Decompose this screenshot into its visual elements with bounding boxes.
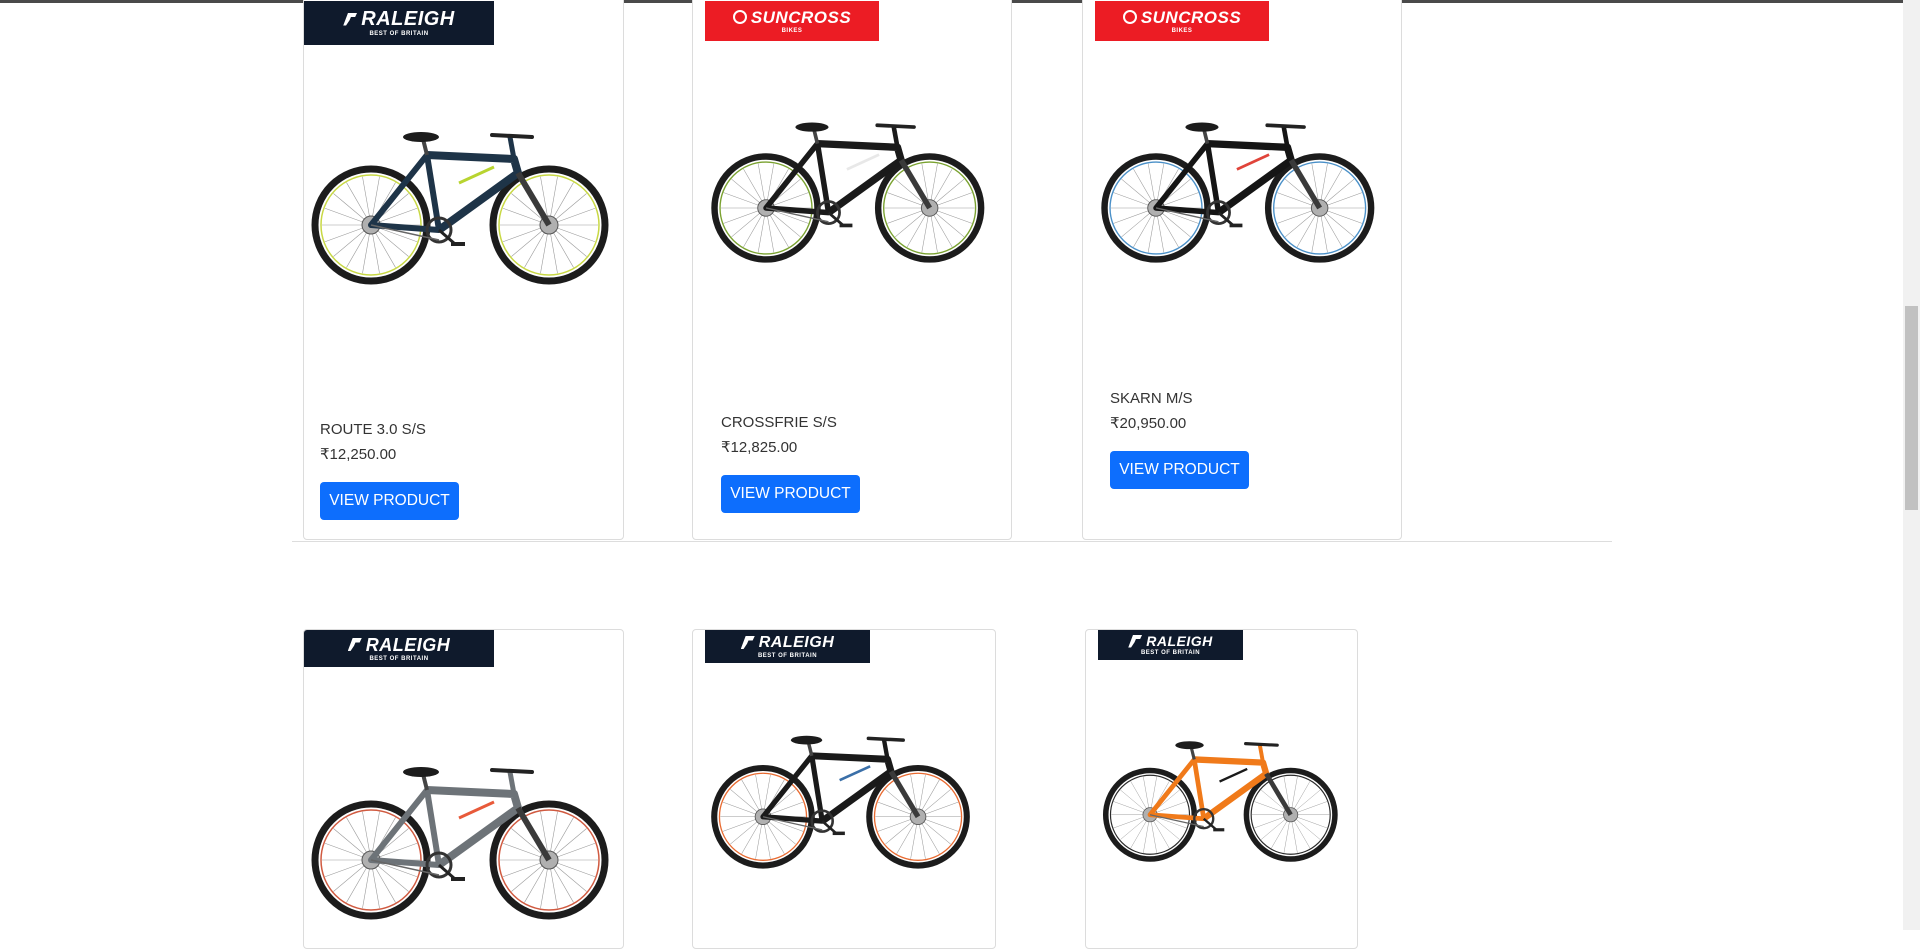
page-scrollbar-thumb[interactable] [1905, 306, 1918, 510]
bike-frame [763, 122, 933, 228]
product-card-skarn: SUNCROSS BIKES SKARN M/S ₹20,950.00 VIEW… [1082, 0, 1402, 540]
product-card: RALEIGH BEST OF BRITAIN [692, 629, 996, 949]
product-price: ₹12,250.00 [320, 446, 397, 463]
bicycle-image [311, 132, 609, 285]
product-card-route-3-0: RALEIGH BEST OF BRITAIN ROUTE 3.0 S/S ₹1… [303, 0, 624, 540]
bike-frame [1147, 741, 1293, 832]
bicycle-image [311, 767, 609, 920]
raleigh-mark-icon [343, 12, 358, 26]
product-card-crossfrie: SUNCROSS BIKES CROSSFRIE S/S ₹12,825.00 … [692, 0, 1012, 540]
product-name: SKARN M/S [1110, 390, 1193, 407]
bike-frame [760, 735, 921, 836]
view-product-button[interactable]: VIEW PRODUCT [320, 482, 459, 520]
raleigh-mark-icon [347, 638, 362, 651]
view-product-button[interactable]: VIEW PRODUCT [721, 475, 860, 513]
raleigh-logo: RALEIGH BEST OF BRITAIN [304, 1, 494, 45]
product-card: RALEIGH BEST OF BRITAIN [1085, 629, 1358, 949]
bike-frame [1153, 122, 1323, 228]
raleigh-logo: RALEIGH BEST OF BRITAIN [304, 630, 494, 667]
raleigh-logo: RALEIGH BEST OF BRITAIN [1098, 630, 1243, 660]
suncross-logo: SUNCROSS BIKES [705, 1, 879, 41]
view-product-button[interactable]: VIEW PRODUCT [1110, 451, 1249, 489]
raleigh-mark-icon [1128, 634, 1143, 648]
suncross-mark-icon [732, 10, 747, 24]
bicycle-image [711, 735, 970, 869]
product-name: ROUTE 3.0 S/S [320, 421, 426, 438]
row-divider [292, 541, 1612, 542]
product-price: ₹20,950.00 [1110, 415, 1187, 432]
bicycle-image [1101, 122, 1375, 263]
product-card: RALEIGH BEST OF BRITAIN [303, 629, 624, 949]
raleigh-mark-icon [740, 636, 755, 649]
bicycle-image [1102, 741, 1338, 862]
suncross-logo: SUNCROSS BIKES [1095, 1, 1269, 41]
bicycle-image [711, 122, 985, 263]
bike-frame [368, 132, 552, 246]
bike-frame [368, 767, 552, 881]
raleigh-logo: RALEIGH BEST OF BRITAIN [705, 630, 870, 663]
product-price: ₹12,825.00 [721, 439, 798, 456]
suncross-mark-icon [1122, 10, 1137, 24]
product-name: CROSSFRIE S/S [721, 414, 837, 431]
front-wheel [1243, 767, 1338, 862]
